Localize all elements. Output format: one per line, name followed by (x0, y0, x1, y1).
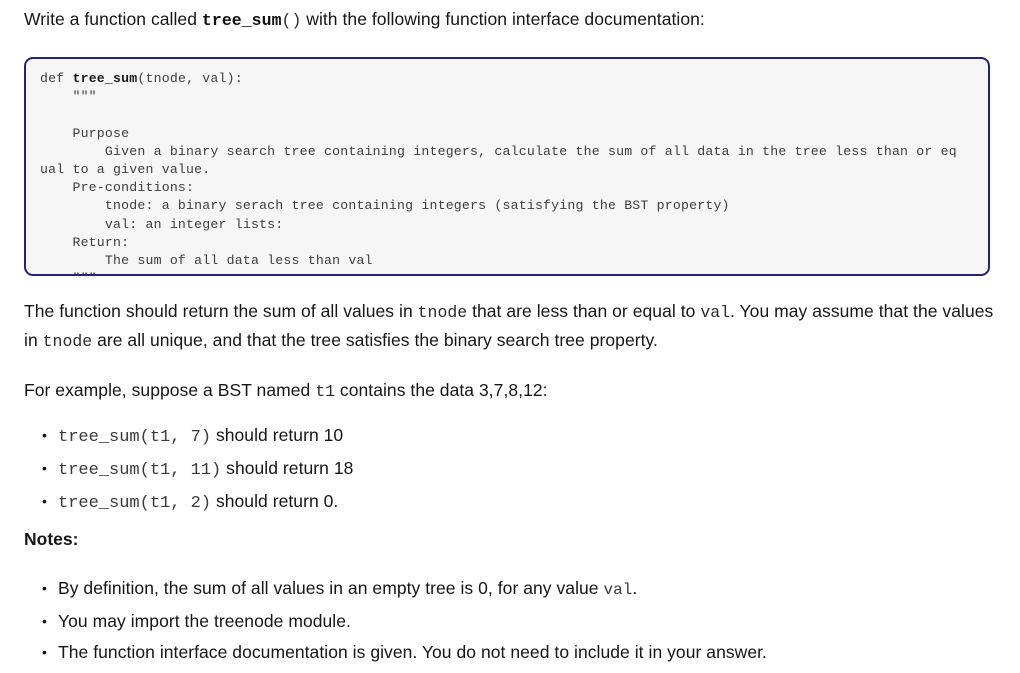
intro-text-before: Write a function called (24, 9, 202, 29)
example-text-2: contains the data 3,7,8,12: (335, 380, 548, 400)
t1-code: t1 (315, 382, 336, 401)
list-item: tree_sum(t1, 2) should return 0. (42, 486, 1018, 519)
code-def-params: (tnode, val): (137, 71, 243, 86)
val-code-1: val (700, 303, 731, 322)
function-parens-code: () (281, 11, 302, 30)
example-result-1: should return 18 (221, 458, 354, 478)
list-item: By definition, the sum of all values in … (42, 573, 1018, 606)
example-call-0: tree_sum(t1, 7) (58, 428, 212, 447)
note-text-0b: . (632, 578, 638, 598)
note-text-0a: By definition, the sum of all values in … (58, 578, 604, 598)
tnode-code-1: tnode (417, 303, 468, 322)
list-item: tree_sum(t1, 11) should return 18 (42, 453, 1018, 486)
intro-text-after: with the following function interface do… (301, 9, 705, 29)
example-call-1: tree_sum(t1, 11) (58, 461, 222, 480)
example-result-0: should return 10 (211, 425, 344, 445)
tnode-code-2: tnode (42, 331, 93, 351)
code-def-keyword: def (40, 71, 73, 86)
desc-text-2: that are less than or equal to (467, 301, 701, 321)
note-text-1a: You may import the treenode module. (58, 611, 351, 631)
list-item: You may import the treenode module. (42, 606, 1018, 637)
notes-list: By definition, the sum of all values in … (24, 573, 1018, 668)
problem-statement-page: Write a function called tree_sum() with … (0, 0, 1020, 673)
example-intro-paragraph: For example, suppose a BST named t1 cont… (24, 377, 999, 406)
list-item: The function interface documentation is … (42, 637, 1018, 668)
desc-text-4: are all unique, and that the tree satisf… (92, 329, 658, 350)
function-name-code: tree_sum (201, 11, 282, 30)
example-list: tree_sum(t1, 7) should return 10 tree_su… (24, 420, 1018, 519)
intro-line: Write a function called tree_sum() with … (24, 7, 705, 33)
list-item: tree_sum(t1, 7) should return 10 (42, 420, 1018, 453)
notes-heading: Notes: (24, 529, 79, 549)
desc-text-1: The function should return the sum of al… (24, 301, 418, 321)
code-body: """ Purpose Given a binary search tree c… (40, 89, 957, 274)
example-text-1: For example, suppose a BST named (24, 380, 316, 400)
note-text-2a: The function interface documentation is … (58, 642, 767, 662)
code-def-name: tree_sum (72, 71, 138, 86)
description-paragraph: The function should return the sum of al… (24, 298, 999, 355)
val-code-2: val (603, 581, 633, 599)
example-call-2: tree_sum(t1, 2) (58, 494, 212, 513)
example-result-2: should return 0. (211, 491, 339, 511)
function-interface-code-block: def tree_sum(tnode, val): """ Purpose Gi… (24, 57, 990, 276)
code-block-content: def tree_sum(tnode, val): """ Purpose Gi… (26, 59, 988, 274)
